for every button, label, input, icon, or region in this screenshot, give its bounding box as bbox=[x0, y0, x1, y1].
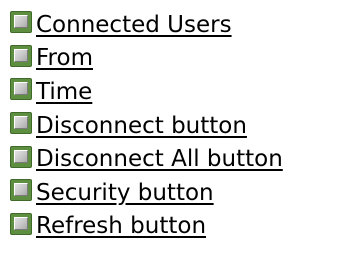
topic-link[interactable]: Refresh button bbox=[34, 212, 206, 240]
help-topic-icon[interactable] bbox=[10, 112, 32, 135]
topic-link[interactable]: Security button bbox=[34, 179, 214, 207]
topic-link[interactable]: From bbox=[34, 44, 93, 72]
help-topic-list: Connected Users From Time Disconnect but… bbox=[10, 8, 283, 243]
help-topic-icon[interactable] bbox=[10, 179, 32, 202]
help-topic-icon[interactable] bbox=[10, 78, 32, 101]
topic-from[interactable]: From bbox=[10, 42, 283, 76]
help-topic-icon[interactable] bbox=[10, 44, 32, 67]
topic-disconnect-all-button[interactable]: Disconnect All button bbox=[10, 142, 283, 176]
help-topic-icon[interactable] bbox=[10, 11, 32, 34]
topic-time[interactable]: Time bbox=[10, 75, 283, 109]
topic-disconnect-button[interactable]: Disconnect button bbox=[10, 109, 283, 143]
help-topic-icon[interactable] bbox=[10, 212, 32, 235]
topic-refresh-button[interactable]: Refresh button bbox=[10, 210, 283, 244]
topic-link[interactable]: Connected Users bbox=[34, 11, 232, 39]
topic-link[interactable]: Disconnect button bbox=[34, 112, 247, 140]
topic-link[interactable]: Disconnect All button bbox=[34, 145, 283, 173]
topic-link[interactable]: Time bbox=[34, 78, 92, 106]
topic-connected-users[interactable]: Connected Users bbox=[10, 8, 283, 42]
help-topic-icon[interactable] bbox=[10, 145, 32, 168]
topic-security-button[interactable]: Security button bbox=[10, 176, 283, 210]
